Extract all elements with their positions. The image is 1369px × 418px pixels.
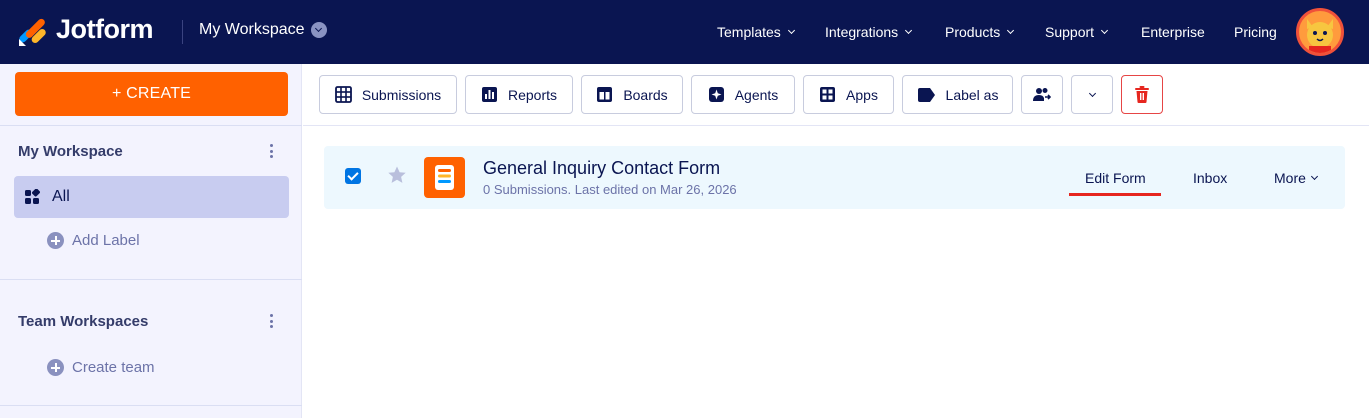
add-label-text: Add Label xyxy=(72,232,140,249)
label-as-button[interactable]: Label as xyxy=(902,75,1013,114)
edit-form-button[interactable]: Edit Form xyxy=(1085,170,1146,186)
users-transfer-icon xyxy=(1033,87,1051,101)
edit-form-underline xyxy=(1069,193,1161,196)
sidebar-divider xyxy=(0,125,302,126)
submissions-button[interactable]: Submissions xyxy=(319,75,457,114)
boards-label: Boards xyxy=(623,86,668,103)
sidebar: + CREATE My Workspace All Add Label Team… xyxy=(0,64,302,418)
nav-pricing[interactable]: Pricing xyxy=(1234,24,1277,40)
chevron-down-icon xyxy=(1101,26,1109,35)
star-icon[interactable] xyxy=(387,165,407,185)
more-options-icon[interactable] xyxy=(270,314,274,328)
inbox-button[interactable]: Inbox xyxy=(1193,170,1227,186)
avatar-cat-icon xyxy=(1307,19,1333,53)
chevron-down-icon xyxy=(787,26,795,35)
form-list-item[interactable]: General Inquiry Contact Form 0 Submissio… xyxy=(324,146,1345,209)
share-users-button[interactable] xyxy=(1021,75,1063,114)
apps-grid-icon xyxy=(820,87,836,102)
reports-label: Reports xyxy=(507,86,558,103)
workspace-switcher[interactable]: My Workspace xyxy=(199,21,327,39)
grid-icon xyxy=(25,189,40,204)
trash-icon xyxy=(1135,86,1149,103)
add-label-link[interactable]: Add Label xyxy=(47,232,140,249)
create-button[interactable]: + CREATE xyxy=(15,72,288,116)
sidebar-item-all[interactable]: All xyxy=(14,176,289,218)
agents-label: Agents xyxy=(734,86,779,103)
nav-integrations[interactable]: Integrations xyxy=(825,24,913,40)
board-icon xyxy=(597,87,613,102)
table-icon xyxy=(334,86,352,103)
form-select-checkbox[interactable] xyxy=(345,168,361,184)
sidebar-divider xyxy=(0,279,302,280)
plus-circle-icon xyxy=(47,359,64,376)
user-avatar[interactable] xyxy=(1296,8,1344,56)
boards-button[interactable]: Boards xyxy=(581,75,683,114)
nav-products-label: Products xyxy=(945,24,1001,40)
label-as-label: Label as xyxy=(945,86,999,103)
jotform-logo-icon[interactable] xyxy=(16,13,52,49)
nav-templates-label: Templates xyxy=(717,24,781,40)
brand-name[interactable]: Jotform xyxy=(56,14,154,45)
chevron-down-icon xyxy=(1088,89,1096,97)
create-team-link[interactable]: Create team xyxy=(47,359,155,376)
plus-circle-icon xyxy=(47,232,64,249)
submissions-label: Submissions xyxy=(361,86,442,103)
nav-pricing-label: Pricing xyxy=(1234,24,1277,40)
chevron-down-icon xyxy=(905,26,913,35)
chevron-down-icon xyxy=(1007,26,1015,35)
more-dropdown[interactable]: More xyxy=(1274,170,1318,186)
nav-support-label: Support xyxy=(1045,24,1095,40)
ai-agent-icon xyxy=(708,87,724,102)
navbar-divider xyxy=(182,20,183,44)
nav-products[interactable]: Products xyxy=(945,24,1015,40)
inbox-label: Inbox xyxy=(1193,170,1228,186)
nav-enterprise[interactable]: Enterprise xyxy=(1141,24,1205,40)
nav-integrations-label: Integrations xyxy=(825,24,899,40)
sidebar-item-all-label: All xyxy=(52,188,70,205)
top-navbar: Jotform My Workspace Templates Integrati… xyxy=(0,0,1369,64)
nav-enterprise-label: Enterprise xyxy=(1141,24,1205,40)
workspace-switcher-label: My Workspace xyxy=(199,21,305,38)
apps-button[interactable]: Apps xyxy=(803,75,894,114)
delete-button[interactable] xyxy=(1121,75,1163,114)
bar-chart-icon xyxy=(481,87,497,102)
form-document-icon xyxy=(424,157,465,198)
create-team-text: Create team xyxy=(72,359,155,376)
reports-button[interactable]: Reports xyxy=(465,75,573,114)
nav-templates[interactable]: Templates xyxy=(717,24,795,40)
sidebar-divider xyxy=(0,405,302,406)
apps-label: Apps xyxy=(846,86,878,103)
edit-form-label: Edit Form xyxy=(1085,170,1146,186)
chevron-down-icon xyxy=(1310,172,1318,181)
my-workspace-heading: My Workspace xyxy=(18,143,123,160)
chevron-down-icon xyxy=(310,22,327,38)
form-toolbar: Submissions Reports Boards Agents Apps L… xyxy=(303,64,1369,126)
agents-button[interactable]: Agents xyxy=(691,75,795,114)
more-actions-dropdown[interactable] xyxy=(1071,75,1113,114)
nav-support[interactable]: Support xyxy=(1045,24,1109,40)
more-options-icon[interactable] xyxy=(270,144,274,158)
more-label: More xyxy=(1274,170,1306,186)
form-lines-icon xyxy=(435,165,454,190)
form-title[interactable]: General Inquiry Contact Form xyxy=(483,158,720,179)
tag-icon xyxy=(917,87,935,102)
team-workspaces-heading: Team Workspaces xyxy=(18,313,149,330)
form-meta: 0 Submissions. Last edited on Mar 26, 20… xyxy=(483,182,737,197)
